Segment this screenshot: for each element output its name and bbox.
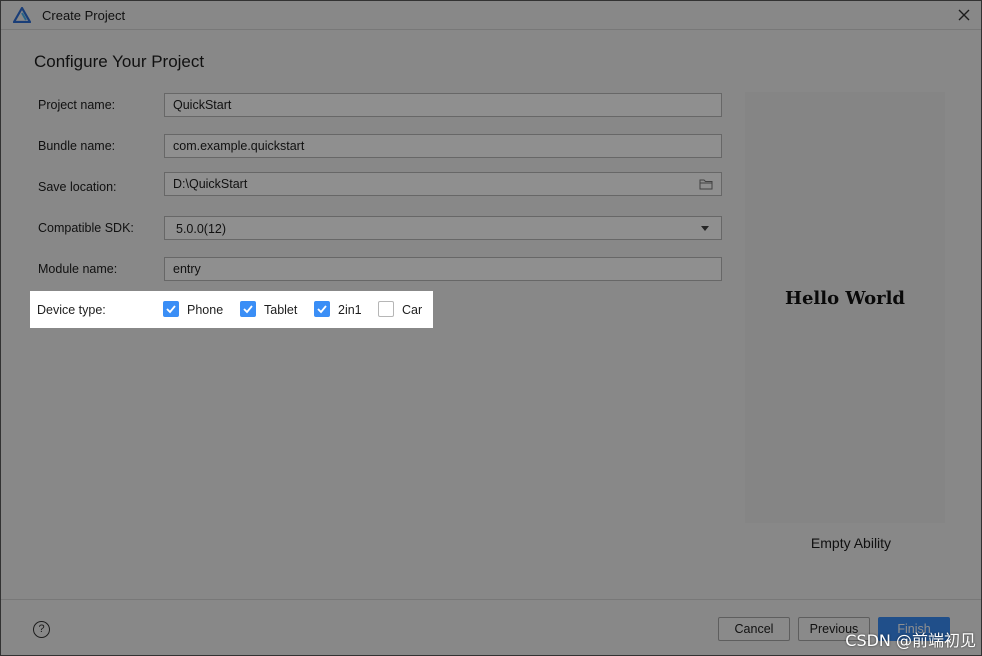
save-location-input[interactable]: D:\QuickStart — [164, 172, 722, 196]
project-name-label: Project name: — [38, 98, 116, 112]
module-name-input[interactable]: entry — [164, 257, 722, 281]
template-preview: Hello World — [745, 92, 945, 523]
folder-icon[interactable] — [699, 178, 713, 190]
dialog-footer: ? Cancel Previous Finish — [1, 599, 981, 656]
tablet-label: Tablet — [264, 303, 298, 317]
device-type-panel: Device type: Phone Tablet 2in1 Car — [30, 291, 433, 328]
chevron-down-icon — [701, 226, 709, 231]
project-name-input[interactable]: QuickStart — [164, 93, 722, 117]
2in1-label: 2in1 — [338, 303, 362, 317]
close-icon[interactable] — [955, 6, 973, 24]
checkmark-icon — [317, 305, 327, 314]
module-name-label: Module name: — [38, 262, 118, 276]
compatible-sdk-select[interactable]: 5.0.0(12) — [164, 216, 722, 240]
bundle-name-label: Bundle name: — [38, 139, 116, 153]
compatible-sdk-value: 5.0.0(12) — [176, 222, 227, 236]
car-checkbox[interactable] — [378, 301, 394, 317]
preview-hello-text: Hello World — [784, 288, 906, 309]
phone-label: Phone — [187, 303, 224, 317]
watermark: CSDN @前端初见 — [845, 631, 976, 650]
checkmark-icon — [166, 305, 176, 314]
phone-checkbox[interactable] — [163, 301, 179, 317]
save-location-value: D:\QuickStart — [173, 177, 248, 191]
bundle-name-input[interactable]: com.example.quickstart — [164, 134, 722, 158]
save-location-label: Save location: — [38, 180, 117, 194]
cancel-button[interactable]: Cancel — [718, 617, 790, 641]
window-title: Create Project — [42, 8, 126, 23]
page-title: Configure Your Project — [34, 52, 205, 71]
template-name: Empty Ability — [810, 535, 892, 551]
checkmark-icon — [243, 305, 253, 314]
create-project-dialog: Create Project Configure Your Project Pr… — [0, 0, 982, 656]
tablet-checkbox[interactable] — [240, 301, 256, 317]
device-type-label: Device type: — [37, 303, 106, 317]
car-label: Car — [402, 303, 423, 317]
deveco-logo-icon — [13, 7, 31, 23]
2in1-checkbox[interactable] — [314, 301, 330, 317]
help-icon[interactable]: ? — [33, 621, 50, 638]
title-bar: Create Project — [1, 1, 981, 30]
compatible-sdk-label: Compatible SDK: — [38, 221, 134, 235]
